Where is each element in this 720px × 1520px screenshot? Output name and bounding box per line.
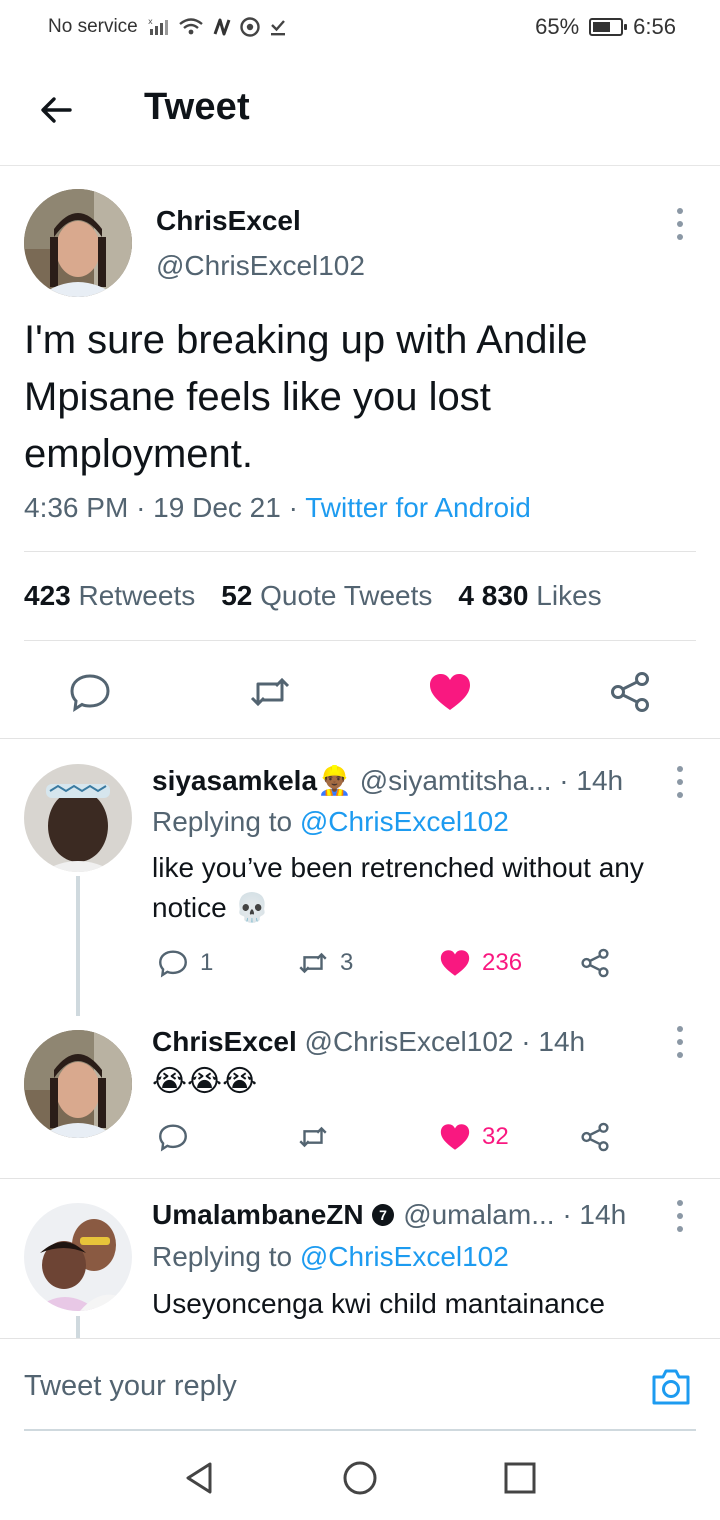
camera-icon[interactable] xyxy=(650,1367,692,1407)
likes-stat[interactable]: 4 830 Likes xyxy=(458,580,601,612)
share-button[interactable] xyxy=(578,1120,612,1154)
divider xyxy=(24,1429,696,1431)
more-options-icon[interactable] xyxy=(674,764,686,800)
reply-button[interactable] xyxy=(156,1120,190,1154)
reply-actions: 1 3 236 xyxy=(152,946,632,986)
thread-line xyxy=(76,1316,80,1338)
signal-icon: x xyxy=(148,17,168,35)
tweet-text: I'm sure breaking up with Andile Mpisane… xyxy=(24,318,588,476)
like-icon-filled xyxy=(440,950,470,976)
avatar-photo xyxy=(24,1030,132,1138)
retweet-icon xyxy=(299,1126,327,1148)
avatar[interactable] xyxy=(24,764,132,872)
like-icon-filled[interactable] xyxy=(426,668,474,716)
thread-line xyxy=(76,876,80,1016)
divider xyxy=(0,738,720,739)
reply-icon xyxy=(159,1124,187,1152)
reply-icon xyxy=(159,950,187,978)
reply-composer xyxy=(0,1338,720,1430)
avatar[interactable] xyxy=(24,189,132,297)
replying-to: Replying to @ChrisExcel102 xyxy=(152,1241,509,1272)
more-options-icon[interactable] xyxy=(674,1198,686,1234)
nav-home-icon[interactable] xyxy=(340,1458,380,1498)
avatar[interactable] xyxy=(24,1203,132,1311)
retweet-button[interactable] xyxy=(296,1120,330,1154)
share-icon xyxy=(581,1122,609,1152)
reply-age: · 14h xyxy=(559,765,624,796)
avatar-photo xyxy=(24,189,132,297)
reply-text: 😭😭😭 xyxy=(152,1065,258,1098)
share-icon[interactable] xyxy=(606,668,654,716)
author-name[interactable]: ChrisExcel xyxy=(156,205,301,237)
reply-author-name[interactable]: UmalambaneZN xyxy=(152,1199,364,1230)
chrome-icon xyxy=(240,17,260,37)
engagement-stats: 423 Retweets 52 Quote Tweets 4 830 Likes xyxy=(24,580,602,612)
clock: 6:56 xyxy=(633,14,676,39)
divider xyxy=(24,551,696,552)
replying-to: Replying to @ChrisExcel102 xyxy=(152,806,509,837)
status-bar: No service x 65% 6:56 xyxy=(0,0,720,56)
author-emoji: 👷🏾‍♂️ xyxy=(317,765,352,796)
tweet-meta: 4:36 PM · 19 Dec 21 · Twitter for Androi… xyxy=(24,492,531,523)
tweet-actions xyxy=(0,660,720,724)
system-nav-bar xyxy=(0,1440,720,1520)
tweet-reply-input[interactable] xyxy=(24,1363,624,1409)
tweet-date: 19 Dec 21 xyxy=(153,492,281,523)
replying-to-link[interactable]: @ChrisExcel102 xyxy=(300,1241,509,1272)
nav-back-icon[interactable] xyxy=(180,1458,220,1498)
avatar-photo xyxy=(24,1203,132,1311)
reply-actions: 32 xyxy=(152,1120,632,1160)
replying-to-link[interactable]: @ChrisExcel102 xyxy=(300,806,509,837)
reply-button[interactable]: 1 xyxy=(156,946,213,980)
reply-age: · 14h xyxy=(521,1026,586,1057)
reply-text: Useyoncenga kwi child mantainance xyxy=(152,1288,605,1319)
nav-recents-icon[interactable] xyxy=(500,1458,540,1498)
download-done-icon xyxy=(270,20,285,36)
page-title: Tweet xyxy=(144,86,250,128)
divider xyxy=(24,640,696,641)
reply-text: like you’ve been retrenched without any … xyxy=(152,852,644,923)
reply-author-handle[interactable]: @ChrisExcel102 xyxy=(305,1026,514,1057)
retweets-stat[interactable]: 423 Retweets xyxy=(24,580,195,612)
like-count: 236 xyxy=(482,949,523,976)
like-icon-filled xyxy=(440,1124,470,1150)
badge-icon: 7 xyxy=(372,1204,395,1226)
reply-author-handle[interactable]: @siyamtitsha... xyxy=(360,765,552,796)
back-arrow-icon[interactable] xyxy=(36,90,76,130)
retweet-count: 3 xyxy=(340,949,354,976)
reply-author-name[interactable]: ChrisExcel xyxy=(152,1026,297,1057)
battery-percent: 65% xyxy=(535,14,580,39)
more-options-icon[interactable] xyxy=(674,206,686,242)
battery-icon xyxy=(589,18,628,36)
like-button[interactable]: 236 xyxy=(438,946,522,980)
svg-text:x: x xyxy=(148,17,153,26)
author-handle[interactable]: @ChrisExcel102 xyxy=(156,250,365,282)
avatar-photo xyxy=(24,764,132,872)
reply-author-handle[interactable]: @umalam... xyxy=(403,1199,554,1230)
divider xyxy=(0,1178,720,1179)
tweet-source-link[interactable]: Twitter for Android xyxy=(305,492,531,523)
top-app-bar: Tweet xyxy=(0,56,720,166)
reply-author-name[interactable]: siyasamkela xyxy=(152,765,317,796)
nfc-icon xyxy=(213,18,231,36)
like-count: 32 xyxy=(482,1123,509,1150)
tweet-time: 4:36 PM xyxy=(24,492,129,523)
quotes-stat[interactable]: 52 Quote Tweets xyxy=(221,580,432,612)
badge-number: 7 xyxy=(380,1207,388,1223)
share-button[interactable] xyxy=(578,946,612,980)
avatar[interactable] xyxy=(24,1030,132,1138)
retweet-icon[interactable] xyxy=(246,668,294,716)
share-icon xyxy=(581,948,609,978)
carrier-label: No service xyxy=(48,16,138,37)
retweet-icon xyxy=(299,952,327,974)
retweet-button[interactable]: 3 xyxy=(296,946,353,980)
like-button[interactable]: 32 xyxy=(438,1120,509,1154)
reply-icon[interactable] xyxy=(66,668,114,716)
reply-count: 1 xyxy=(200,949,214,976)
wifi-icon xyxy=(178,18,203,35)
more-options-icon[interactable] xyxy=(674,1024,686,1060)
reply-age: · 14h xyxy=(562,1199,627,1230)
